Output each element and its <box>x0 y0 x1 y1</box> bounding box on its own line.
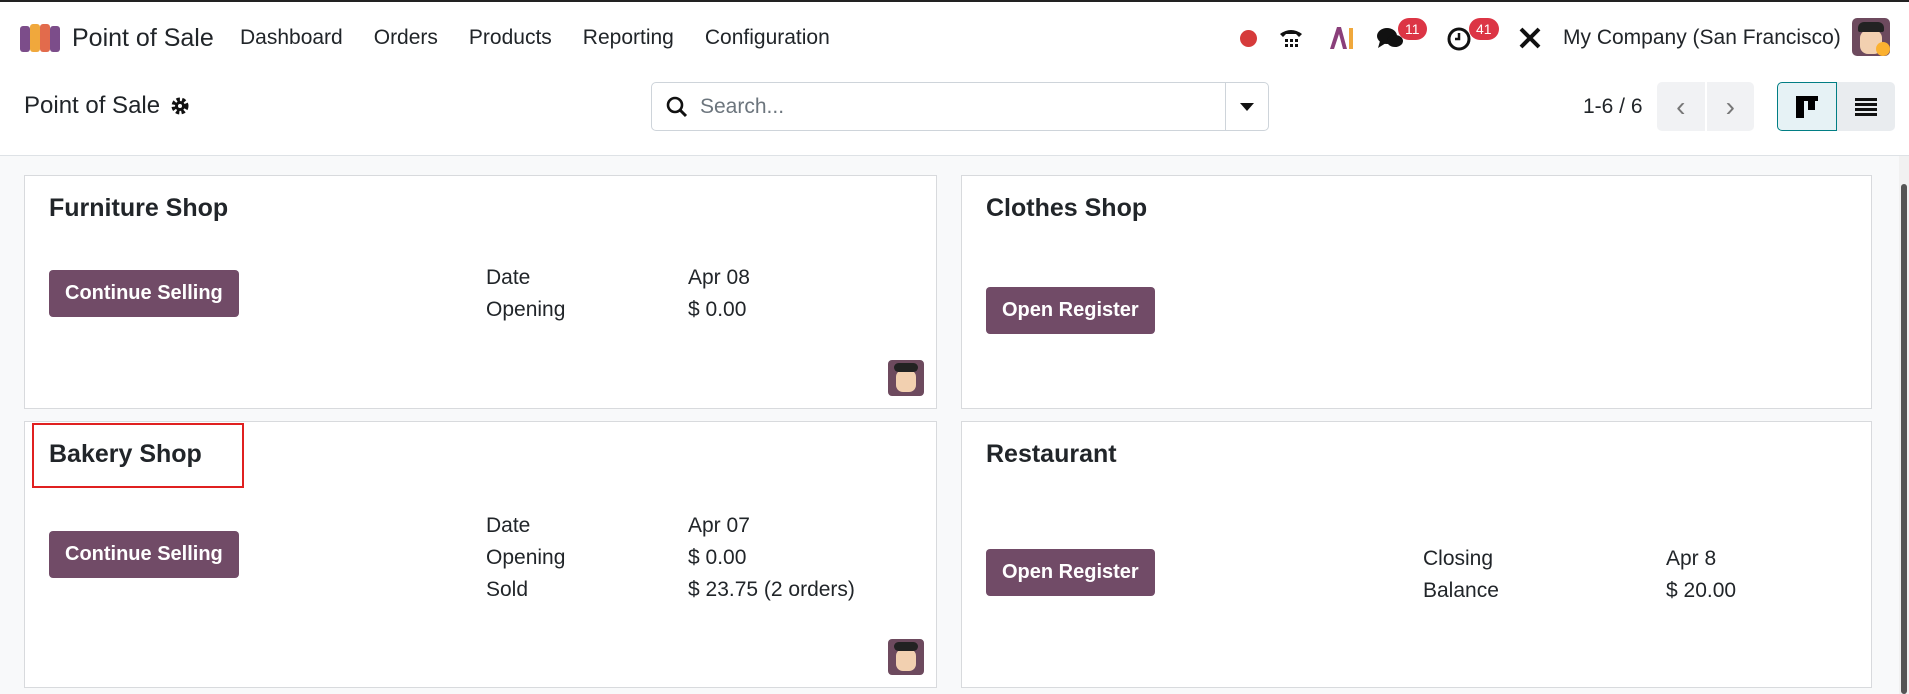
info-value: $ 0.00 <box>688 546 747 569</box>
search-icon <box>666 96 688 117</box>
view-switcher <box>1777 82 1895 131</box>
pos-app-logo-icon[interactable] <box>20 22 60 54</box>
search-box[interactable]: Search... <box>651 82 1269 131</box>
session-info: Date Apr 07 Opening $ 0.00 Sold $ 23.75 (2 … <box>486 510 855 606</box>
menu-reporting[interactable]: Reporting <box>583 26 674 50</box>
activities-badge: 41 <box>1469 18 1499 40</box>
info-label: Opening <box>486 298 566 321</box>
list-view-button[interactable] <box>1837 82 1895 131</box>
list-icon <box>1855 97 1877 116</box>
menu-orders[interactable]: Orders <box>374 26 438 50</box>
info-value: $ 20.00 <box>1666 579 1737 602</box>
info-label: Date <box>486 514 531 537</box>
responsible-avatar <box>888 639 924 675</box>
info-label: Balance <box>1423 579 1499 602</box>
tools-icon[interactable] <box>1516 18 1544 58</box>
card-title[interactable]: Furniture Shop <box>49 194 228 223</box>
messages-button[interactable]: 11 <box>1376 18 1427 58</box>
scrollbar[interactable] <box>1899 156 1909 694</box>
open-register-button[interactable]: Open Register <box>986 287 1155 334</box>
session-info: Date Apr 08 Opening $ 0.00 <box>486 262 750 326</box>
pos-card-furniture-shop: Furniture Shop Continue Selling Date Apr … <box>24 175 937 409</box>
kanban-view-button[interactable] <box>1777 82 1837 131</box>
user-avatar[interactable] <box>1852 18 1890 56</box>
card-title[interactable]: Clothes Shop <box>986 194 1147 223</box>
search-options-toggle[interactable] <box>1225 83 1268 130</box>
scrollbar-thumb[interactable] <box>1901 184 1907 694</box>
pager-value[interactable]: 1-6 / 6 <box>1583 95 1643 119</box>
card-title[interactable]: Restaurant <box>986 440 1117 469</box>
pos-card-restaurant: Restaurant Open Register Closing Apr 8 Ba… <box>961 421 1872 688</box>
app-name[interactable]: Point of Sale <box>72 24 214 53</box>
info-value: Apr 07 <box>688 514 750 537</box>
gear-icon[interactable] <box>170 96 190 116</box>
info-value: Apr 08 <box>688 266 750 289</box>
info-label: Closing <box>1423 547 1494 570</box>
ai-icon[interactable] <box>1328 18 1356 58</box>
responsible-avatar <box>888 360 924 396</box>
main-menu: Dashboard Orders Products Reporting Conf… <box>240 26 830 50</box>
pager-previous-button[interactable]: ‹ <box>1657 82 1707 131</box>
activities-button[interactable]: 41 <box>1447 18 1499 58</box>
menu-configuration[interactable]: Configuration <box>705 26 830 50</box>
info-label: Date <box>486 266 531 289</box>
continue-selling-button[interactable]: Continue Selling <box>49 270 239 317</box>
continue-selling-button[interactable]: Continue Selling <box>49 531 239 578</box>
highlight-box <box>32 423 244 488</box>
page-title: Point of Sale <box>24 92 190 120</box>
open-register-button[interactable]: Open Register <box>986 549 1155 596</box>
menu-products[interactable]: Products <box>469 26 552 50</box>
pager-buttons: ‹ › <box>1657 82 1754 131</box>
info-label: Opening <box>486 546 566 569</box>
pager-next-button[interactable]: › <box>1707 82 1755 131</box>
top-navbar: Point of Sale Dashboard Orders Products … <box>0 0 1909 74</box>
company-switcher[interactable]: My Company (San Francisco) <box>1563 26 1841 50</box>
closing-info: Closing Apr 8 Balance $ 20.00 <box>1423 543 1736 607</box>
messages-badge: 11 <box>1398 18 1427 40</box>
info-value: $ 23.75 (2 orders) <box>688 578 855 601</box>
info-label: Sold <box>486 578 529 601</box>
pos-card-clothes-shop: Clothes Shop Open Register <box>961 175 1872 409</box>
page-title-text: Point of Sale <box>24 92 161 119</box>
menu-dashboard[interactable]: Dashboard <box>240 26 343 50</box>
recording-dot-icon[interactable] <box>1238 18 1258 58</box>
caret-down-icon <box>1240 102 1254 111</box>
info-value: Apr 8 <box>1666 547 1717 570</box>
kanban-icon <box>1796 95 1818 118</box>
search-input[interactable]: Search... <box>700 95 784 119</box>
info-value: $ 0.00 <box>688 298 747 321</box>
phone-icon[interactable] <box>1276 18 1306 58</box>
